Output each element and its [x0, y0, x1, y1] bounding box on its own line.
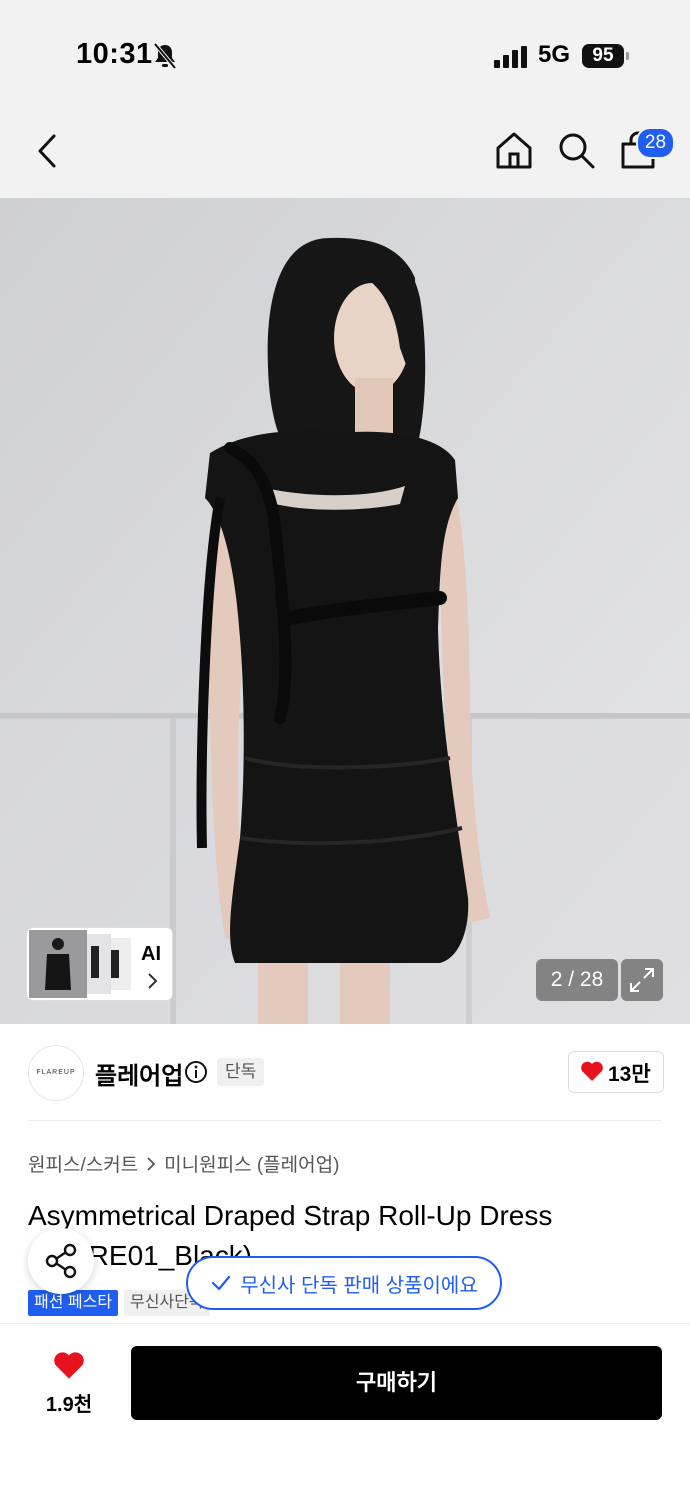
divider — [28, 1120, 662, 1121]
product-photo — [0, 198, 690, 1024]
network-type: 5G — [538, 41, 571, 68]
chevron-right-icon — [147, 1156, 156, 1171]
wishlist-heart-icon[interactable] — [52, 1350, 86, 1380]
brand-logo[interactable]: FLAREUP — [28, 1045, 84, 1101]
battery-cap — [626, 52, 629, 60]
cell-signal-icon — [494, 46, 527, 68]
brand-like-count: 13만 — [608, 1063, 651, 1086]
ai-label: AI — [141, 943, 161, 965]
exclusive-toast: 무신사 단독 판매 상품이에요 — [186, 1256, 502, 1310]
breadcrumb-category[interactable]: 원피스/스커트 — [28, 1150, 138, 1177]
info-icon[interactable] — [184, 1060, 208, 1084]
home-icon[interactable] — [494, 130, 534, 170]
expand-icon — [630, 968, 654, 992]
share-icon — [45, 1243, 77, 1279]
exclusive-tag: 단독 — [217, 1058, 265, 1086]
check-icon — [212, 1275, 231, 1291]
share-button[interactable] — [28, 1228, 94, 1294]
breadcrumb-subcategory[interactable]: 미니원피스 (플레어업) — [164, 1150, 339, 1177]
chevron-right-icon — [148, 973, 158, 989]
heart-icon — [581, 1061, 603, 1081]
image-counter: 2 / 28 — [536, 959, 618, 1001]
status-time: 10:31 — [76, 38, 153, 70]
battery-indicator: 95 — [582, 44, 624, 68]
toast-text: 무신사 단독 판매 상품이에요 — [240, 1274, 478, 1297]
buy-button[interactable]: 구매하기 — [131, 1346, 662, 1420]
wishlist-count: 1.9천 — [45, 1394, 93, 1416]
thumbnail-stack — [29, 930, 131, 998]
product-image[interactable] — [0, 198, 690, 1024]
brand-name[interactable]: 플레어업 — [95, 1056, 183, 1091]
back-arrow-icon[interactable] — [34, 133, 64, 169]
expand-button[interactable] — [621, 959, 663, 1001]
search-icon[interactable] — [556, 130, 596, 170]
bell-muted-icon — [153, 42, 177, 70]
cart-count-badge: 28 — [636, 127, 675, 159]
breadcrumb: 원피스/스커트 미니원피스 (플레어업) — [28, 1150, 339, 1177]
